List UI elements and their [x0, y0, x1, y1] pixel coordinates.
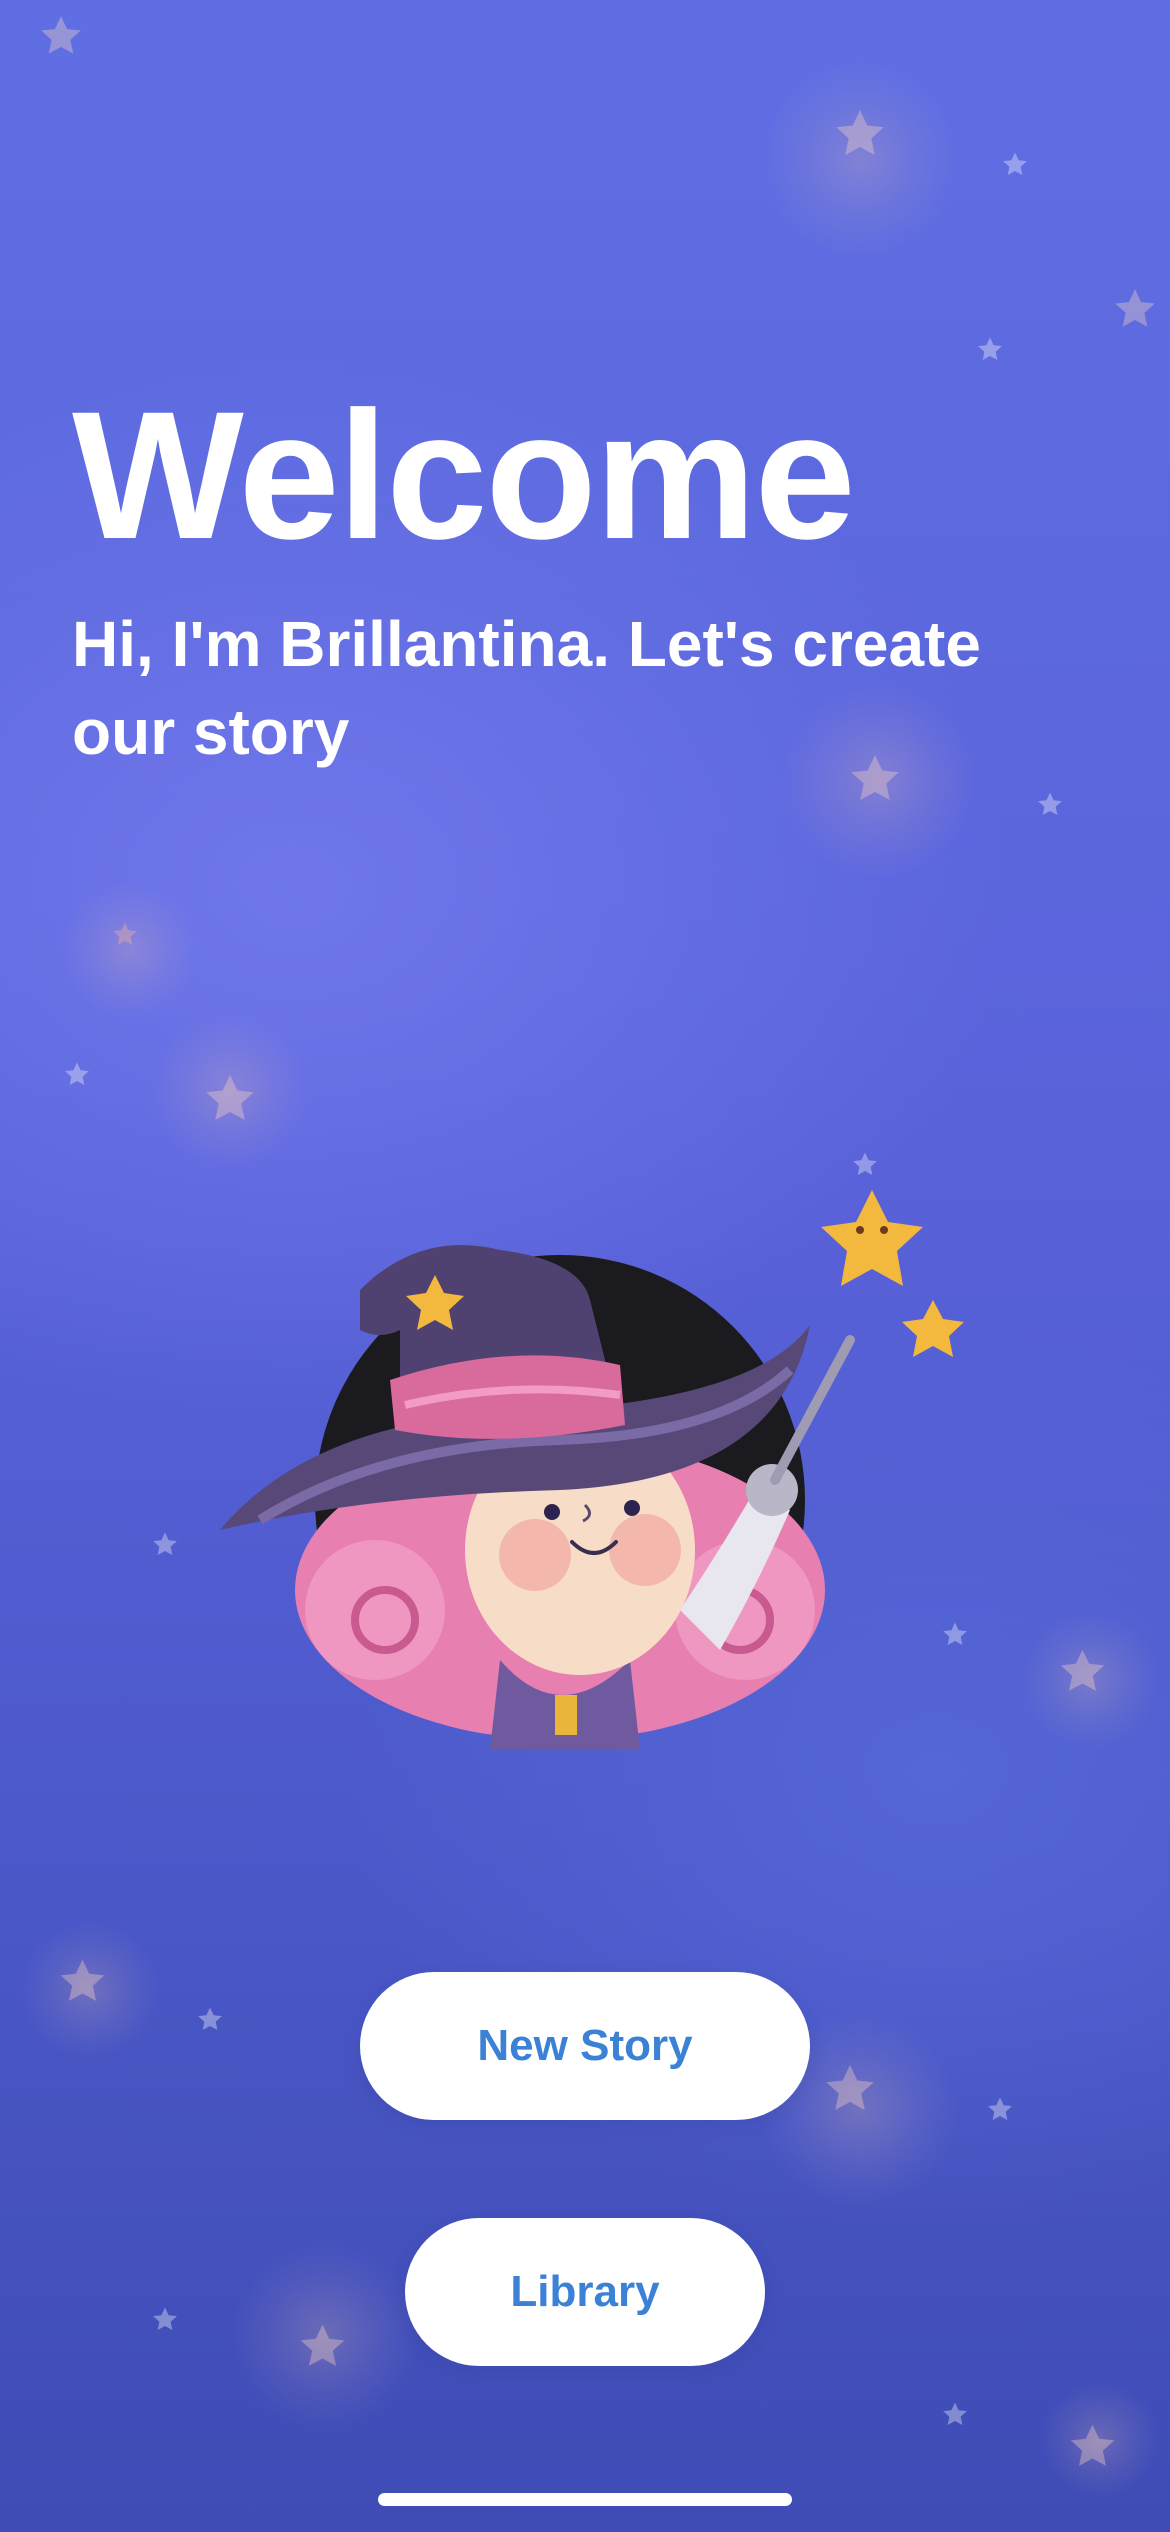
star-icon — [150, 1530, 180, 1560]
star-icon — [55, 1955, 110, 2010]
star-icon — [830, 105, 890, 165]
star-icon — [1055, 1645, 1110, 1700]
star-icon — [110, 920, 140, 950]
star-icon — [200, 1070, 260, 1130]
star-icon — [1035, 790, 1065, 820]
star-icon — [985, 2095, 1015, 2125]
star-icon — [1065, 2420, 1120, 2475]
star-icon — [295, 2320, 350, 2375]
star-icon — [1110, 285, 1160, 335]
star-icon — [850, 1150, 880, 1180]
star-icon — [36, 12, 86, 62]
new-story-button[interactable]: New Story — [360, 1972, 810, 2120]
star-icon — [940, 2400, 970, 2430]
star-icon — [1000, 150, 1030, 180]
star-icon — [820, 2060, 880, 2120]
star-icon — [62, 1060, 92, 1090]
witch-icon — [220, 1190, 964, 1750]
home-indicator[interactable] — [378, 2493, 792, 2506]
library-button[interactable]: Library — [405, 2218, 765, 2366]
star-icon — [150, 2305, 180, 2335]
star-icon — [975, 335, 1005, 365]
star-icon — [195, 2005, 225, 2035]
witch-illustration — [200, 1190, 1000, 1770]
welcome-subtitle: Hi, I'm Brillantina. Let's create our st… — [72, 608, 981, 769]
welcome-title: Welcome — [72, 373, 856, 577]
